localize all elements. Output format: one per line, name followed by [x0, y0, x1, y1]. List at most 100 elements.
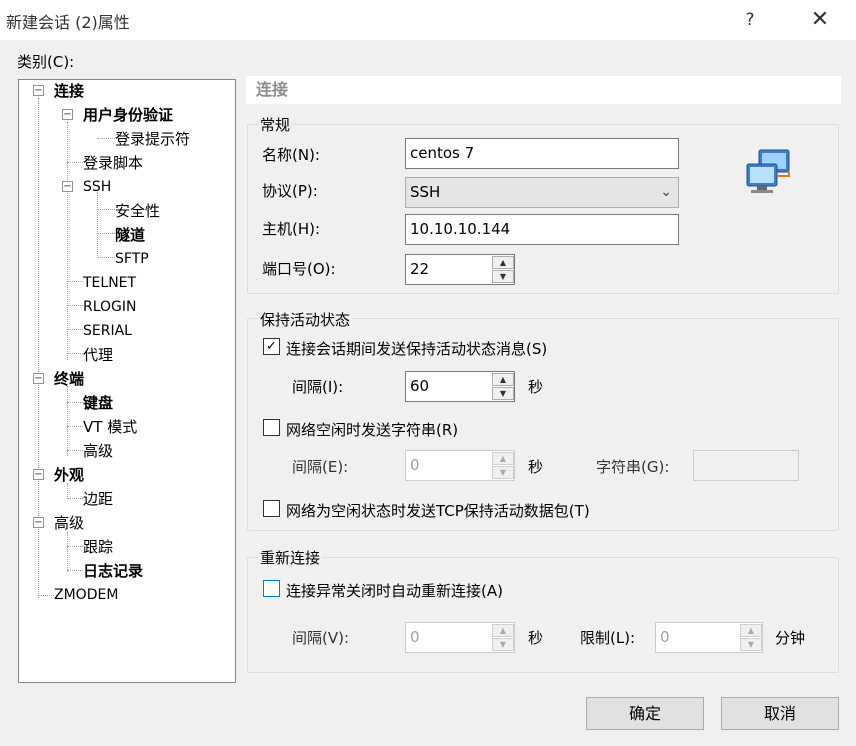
- host-label: 主机(H):: [262, 220, 321, 238]
- tree-item-ssh[interactable]: SSH: [83, 177, 111, 197]
- tree-line: [67, 546, 83, 547]
- tree-line: [97, 138, 115, 139]
- tree-item-connection[interactable]: 连接: [54, 81, 84, 101]
- tree-item-security[interactable]: 安全性: [115, 201, 160, 221]
- tree-item-margin[interactable]: 边距: [83, 489, 113, 509]
- tree-line: [97, 233, 115, 234]
- tree-item-appearance[interactable]: 外观: [54, 465, 84, 485]
- tree-line: [67, 498, 83, 499]
- window-title: 新建会话 (2)属性: [6, 13, 130, 32]
- reconnect-interval-label: 间隔(V):: [292, 629, 350, 647]
- limit-unit: 分钟: [775, 629, 806, 647]
- interval2-spin-up[interactable]: ▲: [492, 452, 514, 465]
- tcp-keepalive-label: 网络为空闲状态时发送TCP保持活动数据包(T): [286, 502, 590, 520]
- send-string-checkbox[interactable]: [263, 419, 280, 436]
- tree-item-proxy[interactable]: 代理: [83, 345, 113, 365]
- help-button[interactable]: ?: [727, 0, 773, 40]
- general-legend: 常规: [258, 114, 293, 135]
- tree-line: [67, 162, 83, 163]
- name-input[interactable]: centos 7: [405, 138, 679, 169]
- host-input[interactable]: 10.10.10.144: [405, 214, 679, 245]
- tree-line: [97, 192, 98, 258]
- cancel-button[interactable]: 取消: [721, 697, 839, 730]
- port-spin-up[interactable]: ▲: [492, 256, 514, 269]
- tree-line: [67, 329, 83, 330]
- tree-line: [67, 353, 83, 354]
- interval-label: 间隔(I):: [292, 378, 344, 396]
- tree-item-terminal-advanced[interactable]: 高级: [83, 441, 113, 461]
- tree-item-keyboard[interactable]: 键盘: [83, 393, 113, 413]
- interval-spin-up[interactable]: ▲: [492, 373, 514, 386]
- tree-item-login-prompt[interactable]: 登录提示符: [115, 129, 190, 149]
- tree-item-zmodem[interactable]: ZMODEM: [54, 585, 118, 605]
- keepalive-checkbox[interactable]: ✓: [263, 338, 280, 355]
- tree-item-login-script[interactable]: 登录脚本: [83, 153, 143, 173]
- tree-item-vt-mode[interactable]: VT 模式: [83, 417, 137, 437]
- tree-line: [67, 386, 68, 456]
- collapse-icon[interactable]: −: [33, 517, 44, 528]
- tree-line: [67, 532, 68, 572]
- interval-unit: 秒: [528, 378, 544, 396]
- name-label: 名称(N):: [262, 146, 320, 164]
- tree-item-advanced[interactable]: 高级: [54, 513, 84, 533]
- network-connection-icon: [745, 148, 797, 196]
- collapse-icon[interactable]: −: [33, 373, 44, 384]
- port-spin-down[interactable]: ▼: [492, 270, 514, 283]
- ok-button[interactable]: 确定: [586, 697, 704, 730]
- tree-line: [67, 402, 83, 403]
- tree-item-tunnel[interactable]: 隧道: [115, 225, 145, 245]
- reconnect-group: [247, 557, 839, 673]
- keepalive-label: 连接会话期间发送保持活动状态消息(S): [286, 340, 548, 358]
- collapse-icon[interactable]: −: [33, 85, 44, 96]
- tree-item-trace[interactable]: 跟踪: [83, 537, 113, 557]
- auto-reconnect-label: 连接异常关闭时自动重新连接(A): [286, 582, 503, 600]
- tree-line: [38, 595, 54, 596]
- tree-item-telnet[interactable]: TELNET: [83, 273, 136, 293]
- interval2-label: 间隔(E):: [292, 458, 349, 476]
- keepalive-legend: 保持活动状态: [258, 309, 353, 330]
- limit-label: 限制(L):: [580, 629, 636, 647]
- protocol-value: SSH: [410, 183, 441, 201]
- interval2-unit: 秒: [528, 458, 544, 476]
- tree-line: [67, 305, 83, 306]
- collapse-icon[interactable]: −: [62, 181, 73, 192]
- chevron-down-icon: ⌄: [660, 184, 672, 200]
- tree-line: [67, 483, 68, 499]
- tree-line: [67, 570, 83, 571]
- tree-item-user-auth[interactable]: 用户身份验证: [83, 105, 173, 125]
- auto-reconnect-checkbox[interactable]: [263, 580, 280, 597]
- tree-item-sftp[interactable]: SFTP: [115, 249, 149, 269]
- protocol-label: 协议(P):: [262, 182, 318, 200]
- tree-line: [67, 426, 83, 427]
- tree-line: [67, 122, 68, 360]
- tree-line: [97, 209, 115, 210]
- interval-spin-down[interactable]: ▼: [492, 387, 514, 400]
- reconnect-interval-spin-up[interactable]: ▲: [492, 624, 514, 637]
- port-label: 端口号(O):: [262, 260, 336, 278]
- protocol-select[interactable]: SSH ⌄: [405, 177, 679, 208]
- limit-spin-up[interactable]: ▲: [740, 624, 762, 637]
- title-bar: 新建会话 (2)属性 ? ✕: [0, 0, 856, 40]
- tree-line: [67, 450, 83, 451]
- close-button[interactable]: ✕: [797, 0, 843, 40]
- limit-spin-down[interactable]: ▼: [740, 638, 762, 651]
- tree-item-serial[interactable]: SERIAL: [83, 321, 132, 341]
- collapse-icon[interactable]: −: [33, 469, 44, 480]
- reconnect-interval-spin-down[interactable]: ▼: [492, 638, 514, 651]
- category-label: 类别(C):: [17, 53, 75, 71]
- tcp-keepalive-checkbox[interactable]: [263, 500, 280, 517]
- tree-line: [67, 281, 83, 282]
- tree-line: [97, 257, 115, 258]
- tree-item-terminal[interactable]: 终端: [54, 369, 84, 389]
- string-label: 字符串(G):: [596, 458, 670, 476]
- string-input[interactable]: [693, 450, 799, 481]
- tree-item-logging[interactable]: 日志记录: [83, 561, 143, 581]
- send-string-label: 网络空闲时发送字符串(R): [286, 421, 459, 439]
- interval2-spin-down[interactable]: ▼: [492, 466, 514, 479]
- collapse-icon[interactable]: −: [62, 109, 73, 120]
- tree-item-rlogin[interactable]: RLOGIN: [83, 297, 137, 317]
- reconnect-legend: 重新连接: [258, 547, 323, 568]
- reconnect-interval-unit: 秒: [528, 629, 544, 647]
- section-header: 连接: [246, 76, 841, 104]
- category-tree[interactable]: − − − − − − 连接 用户身份验证 登录提示符 登录脚本 SSH 安全性…: [18, 79, 236, 683]
